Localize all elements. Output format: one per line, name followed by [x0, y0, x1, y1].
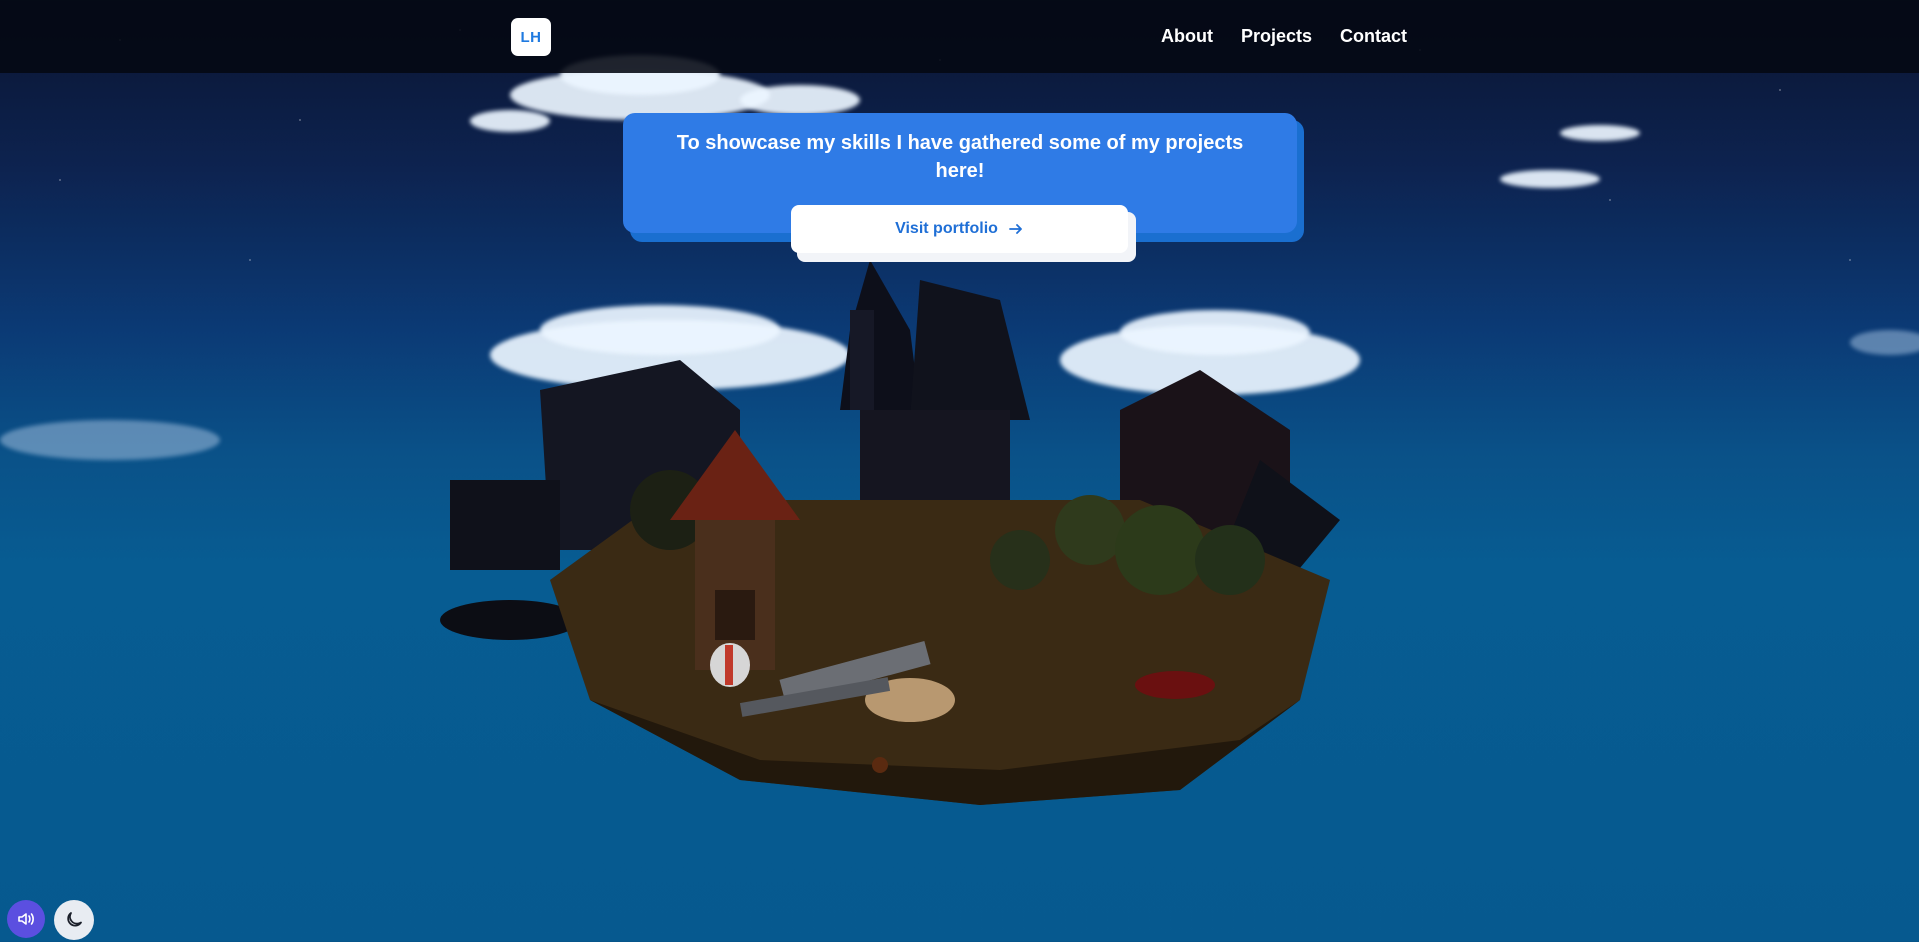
info-card-text: To showcase my skills I have gathered so… [676, 132, 1244, 182]
visit-portfolio-label: Visit portfolio [895, 220, 998, 237]
cloud [470, 110, 550, 132]
cloud [0, 420, 220, 460]
nav-link-about[interactable]: About [1161, 26, 1213, 47]
speaker-icon [18, 913, 34, 925]
logo-button[interactable]: LH [511, 18, 551, 56]
top-nav: LH About Projects Contact [0, 0, 1919, 73]
visit-portfolio-button[interactable]: Visit portfolio [791, 205, 1128, 253]
island-scene [440, 260, 1340, 805]
sound-toggle-button[interactable] [7, 900, 45, 938]
theme-toggle-button[interactable] [54, 900, 94, 940]
moon-icon [67, 912, 82, 927]
cloud [740, 85, 860, 115]
cloud [1560, 125, 1640, 141]
cloud [1500, 170, 1600, 188]
nav-link-projects[interactable]: Projects [1241, 26, 1312, 47]
nav-link-contact[interactable]: Contact [1340, 26, 1407, 47]
nav-links: About Projects Contact [1161, 26, 1407, 47]
arrow-right-icon [1009, 224, 1022, 234]
cloud [1850, 330, 1919, 355]
